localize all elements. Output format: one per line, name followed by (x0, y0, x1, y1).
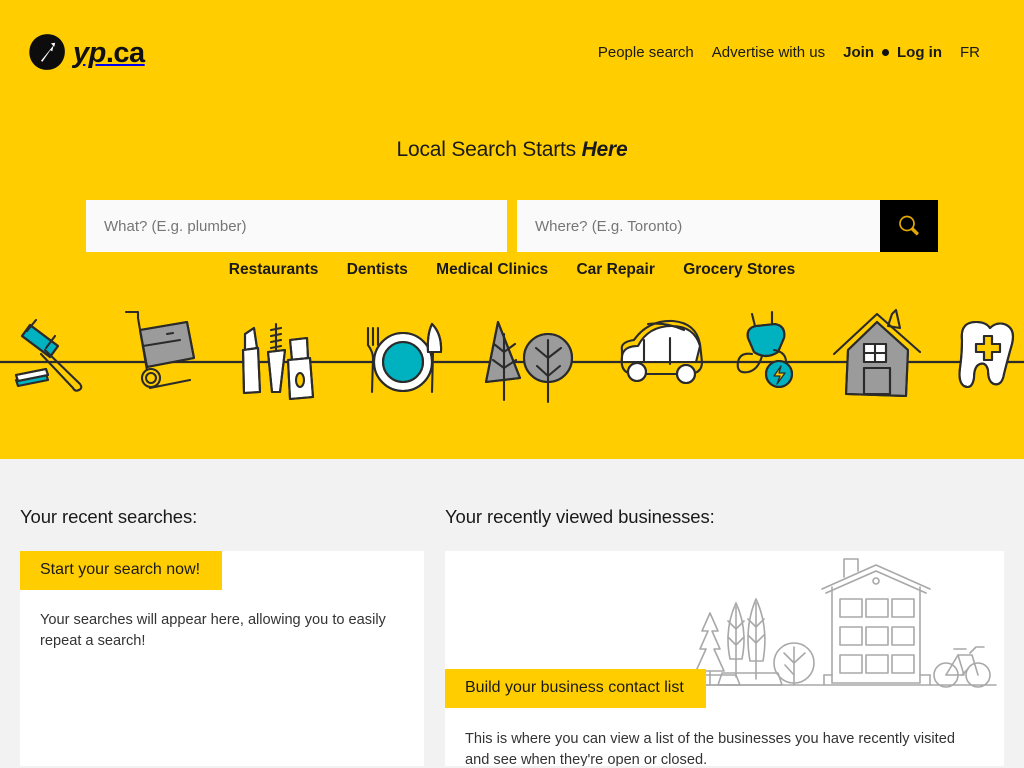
hero-tagline: Local Search Starts Here (0, 138, 1024, 162)
search-icon (899, 215, 919, 236)
gavel-icon (14, 318, 83, 392)
recent-searches-column: Your recent searches: Start your search … (20, 459, 424, 766)
house-icon (832, 308, 922, 398)
search-bar (86, 200, 938, 252)
nav-people-search[interactable]: People search (598, 44, 694, 61)
recent-searches-body: Your searches will appear here, allowing… (40, 612, 386, 650)
nav-join[interactable]: Join (843, 44, 874, 61)
hero-section: yp.ca People search Advertise with us Jo… (0, 0, 1024, 459)
popular-categories: Restaurants Dentists Medical Clinics Car… (0, 261, 1024, 279)
search-where-input[interactable] (517, 200, 880, 252)
nav-separator-dot (882, 49, 889, 56)
category-link-3[interactable]: Car Repair (576, 261, 654, 278)
plate-cutlery-icon (366, 322, 443, 394)
recent-businesses-card: Build your business contact list This is… (445, 551, 1004, 766)
recent-searches-card: Start your search now! Your searches wil… (20, 551, 424, 766)
recent-businesses-column: Your recently viewed businesses: Build y… (445, 459, 1004, 766)
build-contact-list-banner[interactable]: Build your business contact list (445, 669, 706, 708)
category-link-0[interactable]: Restaurants (229, 261, 319, 278)
category-link-1[interactable]: Dentists (347, 261, 408, 278)
recent-businesses-title: Your recently viewed businesses: (445, 506, 715, 527)
yp-arrow-logo-icon (29, 34, 65, 70)
recent-businesses-body: This is where you can view a list of the… (465, 731, 955, 766)
category-link-4[interactable]: Grocery Stores (683, 261, 795, 278)
lower-section: Your recent searches: Start your search … (0, 459, 1024, 768)
trees-icon (484, 320, 574, 404)
nav-language-fr[interactable]: FR (960, 44, 980, 61)
search-what-input[interactable] (86, 200, 507, 252)
search-submit-button[interactable] (880, 200, 938, 252)
logo-wordmark: yp.ca (73, 36, 145, 69)
category-link-2[interactable]: Medical Clinics (436, 261, 548, 278)
city-street-building-icon (681, 558, 997, 688)
nav-log-in[interactable]: Log in (897, 44, 942, 61)
site-logo[interactable]: yp.ca (28, 33, 145, 71)
site-header: yp.ca People search Advertise with us Jo… (0, 0, 1024, 107)
header-nav: People search Advertise with us Join Log… (598, 44, 980, 61)
power-plug-icon (736, 310, 794, 389)
car-icon (620, 319, 704, 385)
tagline-highlight: Here (581, 138, 628, 161)
nav-advertise-with-us[interactable]: Advertise with us (712, 44, 825, 61)
tagline-prefix: Local Search Starts (396, 138, 582, 161)
tooth-icon (958, 320, 1015, 389)
hero-illustration (0, 308, 1024, 404)
cosmetics-icon (241, 322, 315, 401)
recent-searches-title: Your recent searches: (20, 506, 198, 527)
hand-truck-icon (124, 310, 196, 390)
start-your-search-banner[interactable]: Start your search now! (20, 551, 223, 590)
